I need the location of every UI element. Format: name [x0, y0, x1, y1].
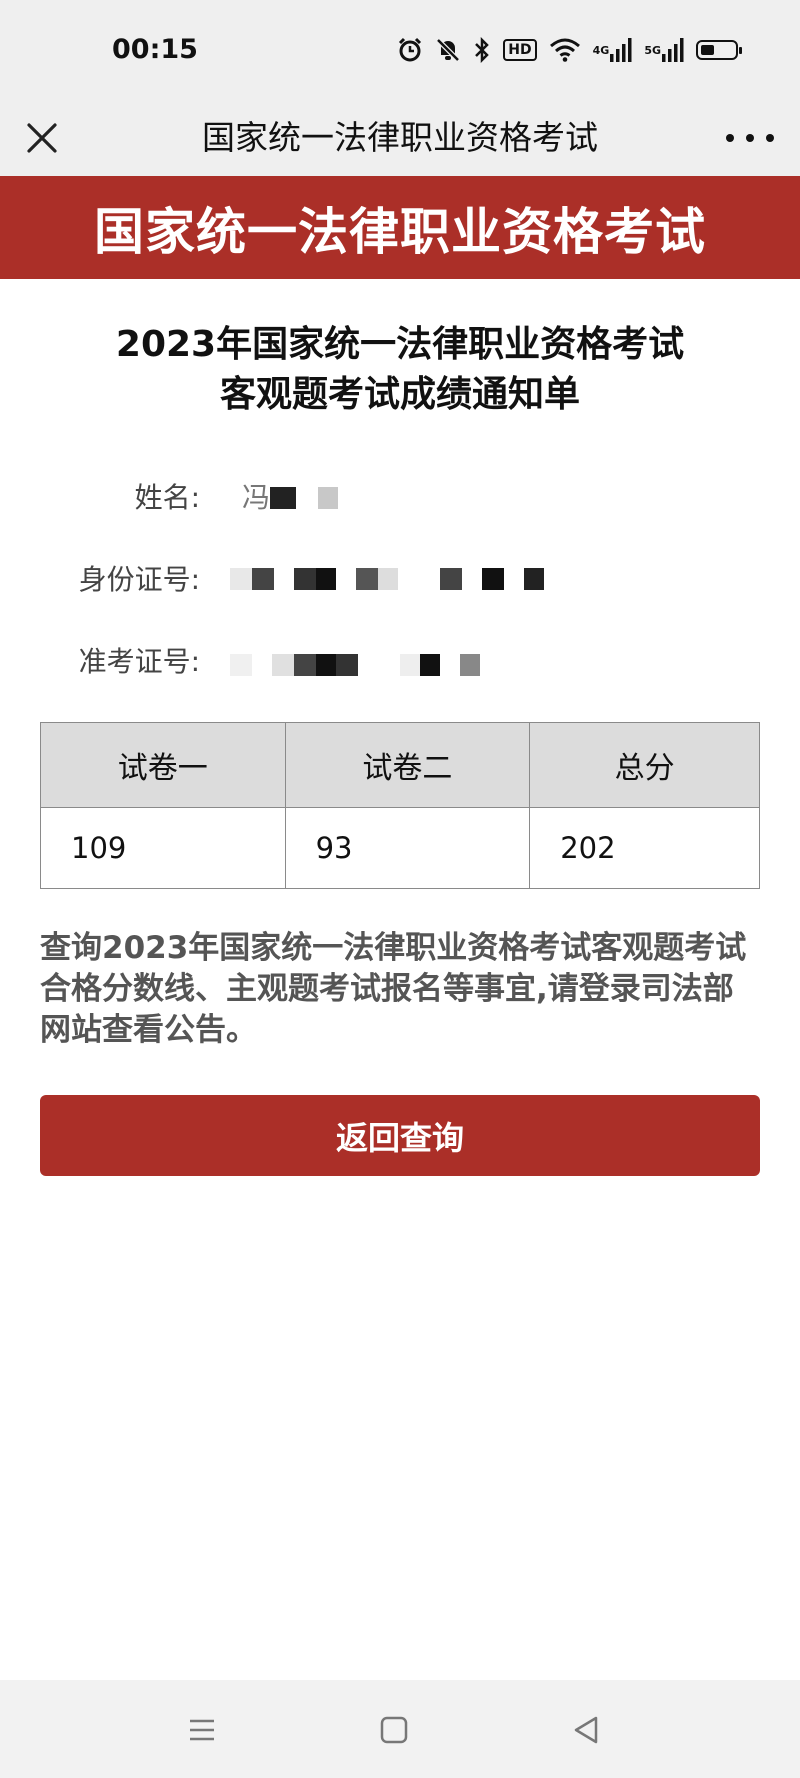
mute-icon	[435, 37, 461, 63]
ticket-label: 准考证号:	[78, 645, 200, 678]
ticket-row: 准考证号:	[0, 640, 800, 684]
score-total: 202	[529, 807, 760, 889]
home-icon[interactable]	[374, 1710, 414, 1750]
nav-bar: 国家统一法律职业资格考试	[0, 100, 800, 176]
name-value: 冯	[242, 476, 339, 520]
signal-4g-icon: 4G	[593, 38, 633, 62]
hd-icon: HD	[503, 39, 537, 61]
id-value-masked	[230, 568, 544, 590]
name-value-visible: 冯	[242, 481, 271, 514]
battery-level	[701, 45, 714, 55]
menu-icon[interactable]	[182, 1710, 222, 1750]
signal-5g-icon: 5G	[644, 38, 684, 62]
id-row: 身份证号:	[0, 558, 800, 602]
battery-icon	[696, 40, 742, 60]
name-row: 姓名: 冯	[0, 476, 800, 520]
score-paper-2: 93	[284, 807, 531, 889]
status-time: 00:15	[112, 34, 198, 65]
status-icons: HD 4G 5G	[397, 33, 742, 67]
system-navigation-bar	[0, 1680, 800, 1778]
header-paper-2: 试卷二	[284, 722, 531, 808]
bluetooth-icon	[473, 37, 491, 63]
id-label: 身份证号:	[78, 563, 200, 596]
back-to-query-button[interactable]: 返回查询	[40, 1095, 760, 1176]
status-bar: 00:15 HD 4G 5G	[0, 0, 800, 100]
name-mosaic	[318, 487, 339, 509]
notice-title-line2: 客观题考试成绩通知单	[219, 374, 580, 415]
header-total: 总分	[529, 722, 760, 808]
notice-text: 查询2023年国家统一法律职业资格考试客观题考试合格分数线、主观题考试报名等事宜…	[40, 930, 747, 1048]
name-label: 姓名:	[134, 481, 200, 514]
back-icon[interactable]	[566, 1710, 606, 1750]
notice-title-line1: 2023年国家统一法律职业资格考试	[115, 324, 685, 365]
score-table: 试卷一 试卷二 总分 109 93 202	[40, 722, 760, 889]
banner-title: 国家统一法律职业资格考试	[94, 202, 706, 261]
nav-title: 国家统一法律职业资格考试	[202, 118, 598, 157]
name-mosaic	[270, 487, 297, 509]
header-paper-1: 试卷一	[40, 722, 286, 808]
wifi-icon	[549, 38, 581, 62]
ticket-value-masked	[230, 654, 480, 676]
alarm-icon	[397, 37, 423, 63]
score-paper-1: 109	[40, 807, 286, 889]
header-banner: 国家统一法律职业资格考试	[0, 176, 800, 279]
notice-title: 2023年国家统一法律职业资格考试 客观题考试成绩通知单	[0, 320, 800, 420]
score-value-row: 109 93 202	[40, 807, 760, 889]
score-header-row: 试卷一 试卷二 总分	[40, 722, 760, 808]
more-icon[interactable]	[726, 122, 774, 154]
